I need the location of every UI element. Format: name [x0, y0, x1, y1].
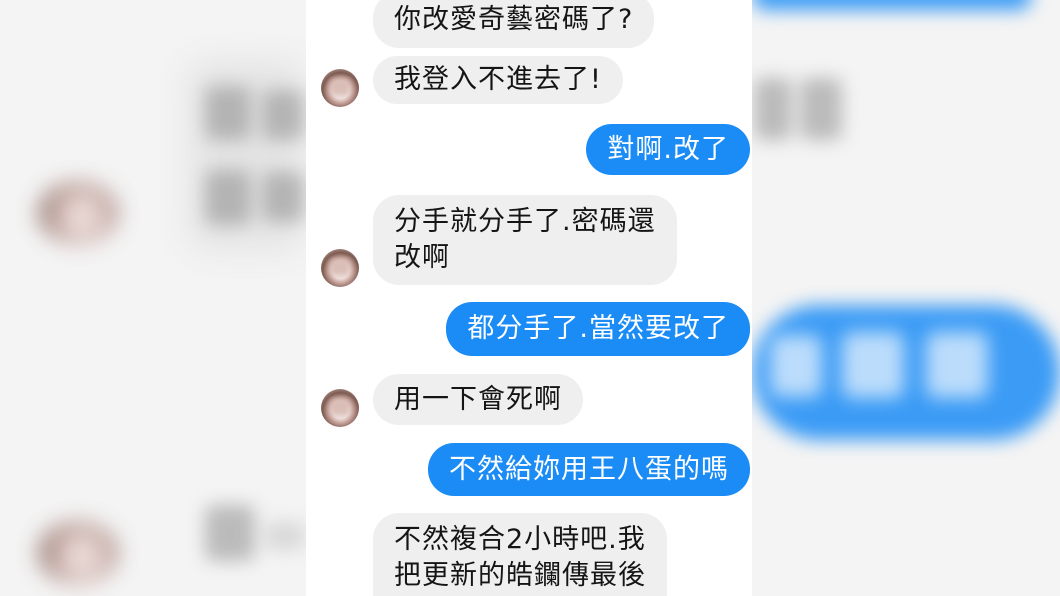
chat-thread: 你改愛奇藝密碼了? 我登入不進去了! 對啊.改了 分手就分手了.密碼還 改啊 都… — [306, 0, 752, 596]
blurred-background-text — [265, 522, 305, 550]
blurred-background-text — [770, 335, 822, 397]
blurred-background-text — [842, 332, 904, 398]
received-message-bubble: 用一下會死啊 — [373, 374, 583, 425]
message-text: 我登入不進去了! — [394, 64, 602, 95]
blurred-background-text — [926, 332, 988, 398]
avatar-photo-icon — [321, 249, 359, 287]
received-message-bubble: 你改愛奇藝密碼了? — [373, 0, 655, 48]
message-text: 不然複合2小時吧.我 — [394, 524, 646, 555]
blurred-background-text — [205, 86, 251, 140]
avatar-photo-icon — [321, 69, 359, 107]
blurred-background-avatar — [38, 182, 118, 244]
sent-message-bubble: 對啊.改了 — [586, 124, 750, 175]
blurred-background-text — [262, 172, 304, 222]
avatar-photo-icon — [321, 389, 359, 427]
message-text: 不然給妳用王八蛋的嗎 — [449, 454, 729, 485]
screenshot-frame: 你改愛奇藝密碼了? 我登入不進去了! 對啊.改了 分手就分手了.密碼還 改啊 都… — [0, 0, 1060, 596]
sent-message-bubble: 不然給妳用王八蛋的嗎 — [428, 443, 750, 496]
message-text: 分手就分手了.密碼還 — [394, 206, 656, 237]
received-message-bubble: 不然複合2小時吧.我 把更新的皓鑭傳最後 — [373, 513, 667, 596]
sent-message-bubble: 都分手了.當然要改了 — [446, 302, 750, 356]
blurred-background-text — [205, 505, 255, 561]
message-text: 改啊 — [394, 242, 450, 273]
blurred-background-text — [800, 78, 842, 140]
blurred-background-text — [262, 90, 304, 140]
message-text: 把更新的皓鑭傳最後 — [394, 560, 646, 591]
blurred-background-text — [205, 170, 251, 225]
message-text: 你改愛奇藝密碼了? — [394, 4, 634, 35]
blurred-background-bubble — [752, 0, 1032, 10]
message-text: 用一下會死啊 — [394, 384, 562, 415]
blurred-background-avatar — [38, 522, 118, 584]
message-text: 對啊.改了 — [607, 134, 729, 165]
received-message-bubble: 分手就分手了.密碼還 改啊 — [373, 195, 677, 285]
received-message-bubble: 我登入不進去了! — [373, 56, 623, 104]
blurred-background-text — [754, 78, 792, 140]
message-text: 都分手了.當然要改了 — [467, 313, 729, 344]
